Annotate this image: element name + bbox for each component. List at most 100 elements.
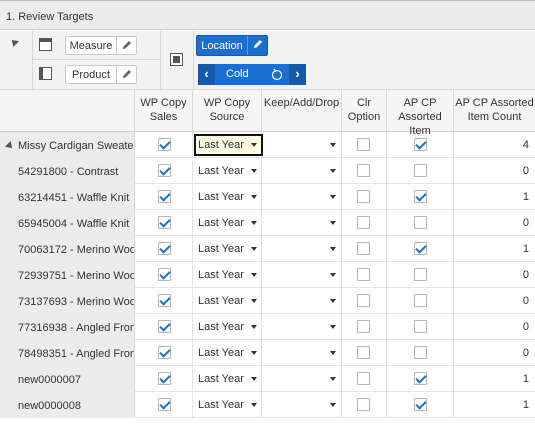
wp-copy-source-dropdown[interactable]: Last Year — [193, 366, 262, 392]
ap-cp-assorted-item-count-cell[interactable]: 0 — [454, 314, 535, 340]
keep-add-drop-dropdown[interactable] — [262, 184, 342, 210]
clr-option-checkbox[interactable] — [357, 216, 370, 229]
keep-add-drop-dropdown[interactable] — [262, 288, 342, 314]
clr-option-checkbox[interactable] — [357, 268, 370, 281]
clr-option-checkbox[interactable] — [357, 138, 370, 151]
clr-option-checkbox[interactable] — [357, 372, 370, 385]
row-label[interactable]: Missy Cardigan Sweaters — [0, 132, 135, 158]
clr-option-checkbox[interactable] — [357, 320, 370, 333]
wp-copy-sales-checkbox[interactable] — [158, 164, 171, 177]
chevron-left-icon[interactable]: ‹ — [198, 64, 215, 85]
clr-option-checkbox[interactable] — [357, 294, 370, 307]
keep-add-drop-dropdown[interactable] — [262, 132, 342, 158]
ap-cp-assorted-item-count-cell[interactable]: 1 — [454, 236, 535, 262]
wp-copy-source-dropdown[interactable]: Last Year — [193, 158, 262, 184]
ap-cp-assorted-item-count-cell[interactable]: 0 — [454, 288, 535, 314]
header-ap-cp-assorted-item-count[interactable]: AP CP Assorted Item Count — [454, 90, 535, 132]
wp-copy-sales-checkbox[interactable] — [158, 346, 171, 359]
row-label[interactable]: new0000008 — [0, 392, 135, 418]
ap-cp-assorted-item-count-cell[interactable]: 0 — [454, 210, 535, 236]
item-count-value: 0 — [522, 269, 529, 281]
wp-copy-source-dropdown[interactable]: Last Year — [193, 288, 262, 314]
clr-option-checkbox[interactable] — [357, 164, 370, 177]
wp-copy-source-dropdown[interactable]: Last Year — [193, 184, 262, 210]
row-label[interactable]: 63214451 - Waffle Knit — [0, 184, 135, 210]
wp-copy-source-dropdown[interactable]: Last Year — [193, 236, 262, 262]
keep-add-drop-dropdown[interactable] — [262, 366, 342, 392]
clr-option-checkbox[interactable] — [357, 398, 370, 411]
wp-copy-source-value: Last Year — [198, 165, 244, 177]
header-clr-option[interactable]: Clr Option — [342, 90, 387, 132]
wp-copy-sales-checkbox[interactable] — [158, 190, 171, 203]
pencil-icon[interactable] — [247, 36, 267, 55]
ap-cp-assorted-item-checkbox[interactable] — [414, 294, 427, 307]
ap-cp-assorted-item-count-cell[interactable]: 4 — [454, 132, 535, 158]
expand-arrow-icon[interactable] — [5, 141, 15, 151]
location-dimension-label: Location — [201, 40, 243, 52]
ap-cp-assorted-item-count-cell[interactable]: 0 — [454, 262, 535, 288]
row-label[interactable]: 78498351 - Angled Front — [0, 340, 135, 366]
wp-copy-source-dropdown[interactable]: Last Year — [193, 392, 262, 418]
clr-option-checkbox[interactable] — [357, 242, 370, 255]
wp-copy-source-dropdown[interactable]: Last Year — [193, 132, 263, 158]
ap-cp-assorted-item-checkbox[interactable] — [414, 346, 427, 359]
ap-cp-assorted-item-count-cell[interactable]: 1 — [454, 184, 535, 210]
ap-cp-assorted-item-count-cell[interactable]: 0 — [454, 340, 535, 366]
row-label[interactable]: 77316938 - Angled Front — [0, 314, 135, 340]
ap-cp-assorted-item-count-cell[interactable]: 1 — [454, 392, 535, 418]
ap-cp-assorted-item-checkbox[interactable] — [414, 164, 427, 177]
wp-copy-sales-checkbox[interactable] — [158, 372, 171, 385]
pencil-icon[interactable] — [116, 66, 136, 83]
header-ap-cp-assorted-item[interactable]: AP CP Assorted Item — [387, 90, 454, 137]
keep-add-drop-dropdown[interactable] — [262, 340, 342, 366]
keep-add-drop-dropdown[interactable] — [262, 236, 342, 262]
row-label[interactable]: 70063172 - Merino Wool — [0, 236, 135, 262]
collapse-arrow-icon[interactable] — [9, 37, 19, 47]
wp-copy-sales-checkbox[interactable] — [158, 268, 171, 281]
pivot-swap-area — [161, 31, 194, 90]
keep-add-drop-dropdown[interactable] — [262, 210, 342, 236]
ap-cp-assorted-item-count-cell[interactable]: 1 — [454, 366, 535, 392]
keep-add-drop-dropdown[interactable] — [262, 392, 342, 418]
row-label[interactable]: 65945004 - Waffle Knit — [0, 210, 135, 236]
ap-cp-assorted-item-cell — [387, 132, 454, 158]
wp-copy-sales-checkbox[interactable] — [158, 216, 171, 229]
wp-copy-source-dropdown[interactable]: Last Year — [193, 340, 262, 366]
location-dimension-button[interactable]: Location — [196, 35, 268, 56]
keep-add-drop-dropdown[interactable] — [262, 314, 342, 340]
ap-cp-assorted-item-checkbox[interactable] — [414, 216, 427, 229]
clr-option-checkbox[interactable] — [357, 346, 370, 359]
ap-cp-assorted-item-count-cell[interactable]: 0 — [454, 158, 535, 184]
wp-copy-source-dropdown[interactable]: Last Year — [193, 210, 262, 236]
ap-cp-assorted-item-checkbox[interactable] — [414, 268, 427, 281]
row-label[interactable]: new0000007 — [0, 366, 135, 392]
keep-add-drop-dropdown[interactable] — [262, 262, 342, 288]
header-keep-add-drop[interactable]: Keep/Add/Drop — [262, 90, 342, 132]
ap-cp-assorted-item-checkbox[interactable] — [414, 242, 427, 255]
pivot-grid-icon[interactable] — [170, 53, 183, 66]
row-label[interactable]: 54291800 - Contrast — [0, 158, 135, 184]
ap-cp-assorted-item-checkbox[interactable] — [414, 138, 427, 151]
wp-copy-source-dropdown[interactable]: Last Year — [193, 262, 262, 288]
measure-dimension-button[interactable]: Measure — [65, 36, 137, 55]
row-label[interactable]: 73137693 - Merino Wool — [0, 288, 135, 314]
header-wp-copy-source[interactable]: WP Copy Source — [193, 90, 262, 132]
clr-option-cell — [342, 314, 387, 340]
wp-copy-source-dropdown[interactable]: Last Year — [193, 314, 262, 340]
keep-add-drop-dropdown[interactable] — [262, 158, 342, 184]
wp-copy-sales-checkbox[interactable] — [158, 320, 171, 333]
ap-cp-assorted-item-checkbox[interactable] — [414, 398, 427, 411]
ap-cp-assorted-item-checkbox[interactable] — [414, 372, 427, 385]
chevron-right-icon[interactable]: › — [289, 64, 306, 85]
product-dimension-button[interactable]: Product — [65, 65, 137, 84]
ap-cp-assorted-item-checkbox[interactable] — [414, 190, 427, 203]
wp-copy-sales-checkbox[interactable] — [158, 138, 171, 151]
ap-cp-assorted-item-checkbox[interactable] — [414, 320, 427, 333]
wp-copy-sales-checkbox[interactable] — [158, 294, 171, 307]
row-label[interactable]: 72939751 - Merino Wool — [0, 262, 135, 288]
wp-copy-sales-checkbox[interactable] — [158, 242, 171, 255]
wp-copy-sales-checkbox[interactable] — [158, 398, 171, 411]
clr-option-checkbox[interactable] — [357, 190, 370, 203]
pencil-icon[interactable] — [116, 37, 136, 54]
header-wp-copy-sales[interactable]: WP Copy Sales — [135, 90, 193, 132]
